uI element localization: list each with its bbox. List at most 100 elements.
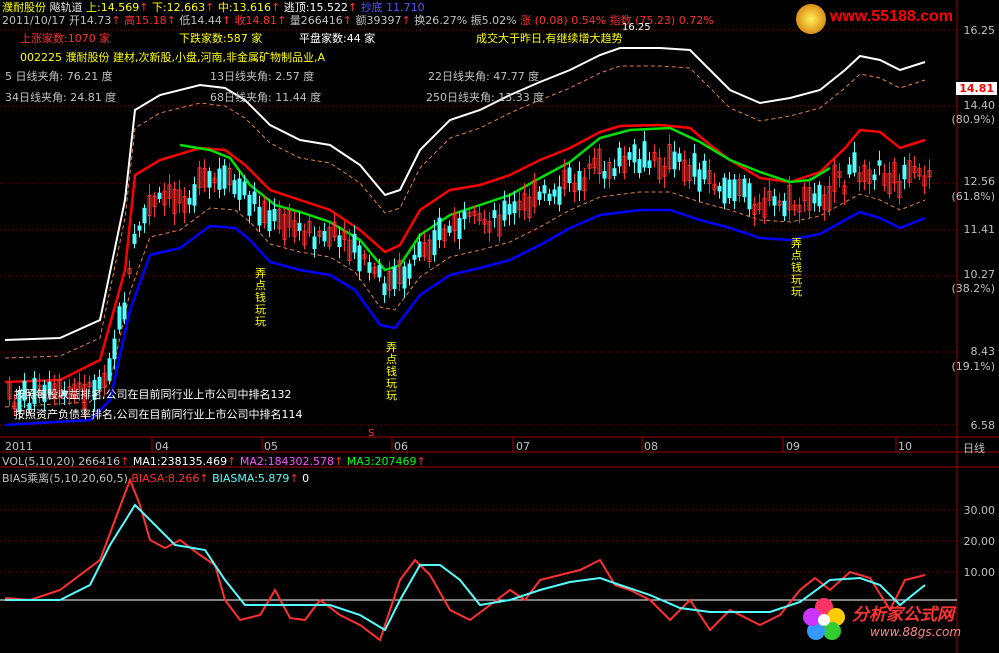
candle-body: [237, 178, 242, 200]
candle-body: [297, 222, 302, 232]
candle-body: [367, 262, 372, 273]
candle-body: [257, 206, 262, 226]
rank-debt: 按照资产负债率排名,公司在目前同行业上市公司中排名114: [14, 408, 303, 421]
annotation-2: 弄点钱玩玩: [386, 341, 397, 402]
period-selector[interactable]: 日线: [963, 440, 985, 456]
rank-eps: 按照每股收益排名,公司在目前同行业上市公司中排名132: [14, 388, 292, 401]
candle-body: [847, 164, 852, 175]
candle-body: [407, 263, 412, 279]
peak-label: 16.25: [622, 22, 651, 33]
candle-body: [492, 210, 497, 219]
candle-body: [727, 179, 732, 199]
bias-tick-10: 10.00: [963, 566, 996, 579]
annotation-1: 弄点钱玩玩: [255, 267, 266, 328]
candle-body: [252, 191, 257, 205]
price-tick-6-58: 6.58: [970, 419, 996, 432]
candle-body: [692, 153, 697, 177]
candle-body: [402, 266, 407, 289]
candle-body: [272, 209, 277, 222]
candle-body: [337, 235, 342, 248]
candle-body: [142, 207, 147, 224]
candle-body: [392, 266, 397, 290]
candle-body: [772, 196, 777, 206]
amplitude-value: 振5.02%: [470, 14, 517, 27]
pct-tick-19-1: (19.1%): [951, 360, 995, 373]
bias-info-bar: BIAS乘离(5,10,20,60,5) BIASA:8.266↑ BIASMA…: [2, 472, 310, 485]
candle-body: [207, 171, 212, 188]
annotation-3: 弄点钱玩玩: [791, 237, 802, 298]
candle-body: [877, 160, 882, 166]
bias-value: BIASA:8.266: [131, 472, 200, 485]
candle-body: [742, 178, 747, 198]
candle-body: [502, 200, 507, 221]
bias-tick-30: 30.00: [963, 504, 996, 517]
candle-body: [357, 245, 362, 272]
candle-body: [647, 160, 652, 168]
down-count: 下跌家数:587 家: [179, 32, 263, 45]
candle-body: [872, 174, 877, 181]
time-tick-07: 07: [516, 440, 530, 453]
angle-13: 13日线夹角: 2.57 度: [210, 70, 315, 83]
open-value: 开14.73: [68, 14, 112, 27]
price-tick-10-27: 10.27: [963, 268, 996, 281]
candle-body: [437, 217, 442, 241]
candle-body: [112, 338, 117, 360]
time-tick-2011: 2011: [5, 440, 33, 453]
close-value: 收14.81: [234, 14, 278, 27]
biasma-value: BIASMA:5.879: [212, 472, 290, 485]
price-tick-11-41: 11.41: [963, 223, 996, 236]
candle-body: [117, 306, 122, 330]
time-tick-06: 06: [394, 440, 408, 453]
candle-body: [557, 186, 562, 205]
candle-body: [627, 152, 632, 160]
vol-ma2: MA2:184302.578: [239, 455, 335, 468]
angle-5: 5 日线夹角: 76.21 度: [5, 70, 113, 83]
candle-body: [432, 230, 437, 256]
time-tick-10: 10: [898, 440, 912, 453]
candle-body: [812, 193, 817, 204]
pct-tick-61-8: (61.8%): [951, 190, 995, 203]
candle-body: [632, 144, 637, 163]
candle-body: [217, 168, 222, 190]
candle-body: [322, 231, 327, 242]
candle-body: [547, 193, 552, 202]
flat-count: 平盘家数:44 家: [299, 32, 376, 45]
bias-tick-20: 20.00: [963, 535, 996, 548]
candle-body: [782, 200, 787, 217]
candle-body: [267, 210, 272, 232]
volume-note: 成交大于昨日,有继续增大趋势: [476, 32, 623, 45]
candle-body: [242, 181, 247, 196]
angle-250: 250日线夹角: 13.33 度: [426, 91, 545, 104]
candle-body: [122, 302, 127, 320]
candle-body: [717, 186, 722, 192]
current-price-tag: 14.81: [956, 82, 997, 95]
date-label: 2011/10/17: [2, 14, 66, 27]
time-tick-04: 04: [155, 440, 169, 453]
price-tick-8-43: 8.43: [970, 345, 996, 358]
biasma-line: [5, 503, 926, 632]
candle-body: [732, 179, 737, 202]
candle-body: [187, 197, 192, 205]
vol-label: VOL(5,10,20): [2, 455, 75, 468]
candle-body: [192, 184, 197, 206]
candle-body: [602, 170, 607, 179]
candle-body: [617, 147, 622, 167]
angle-34: 34日线夹角: 24.81 度: [5, 91, 117, 104]
candle-body: [702, 160, 707, 180]
price-tick-16-25: 16.25: [963, 24, 996, 37]
bias-line: [4, 477, 926, 642]
candle-body: [642, 141, 647, 168]
candle-body: [157, 192, 162, 200]
angle-22: 22日线夹角: 47.77 度: [428, 70, 540, 83]
candle-body: [507, 204, 512, 215]
candle-body: [382, 283, 387, 296]
candle-body: [612, 168, 617, 177]
candle-body: [137, 225, 142, 231]
candle-body: [747, 183, 752, 210]
candle-body: [222, 165, 227, 189]
bottom-site: www.88gs.com: [870, 625, 962, 639]
amount-value: 额39397: [355, 14, 402, 27]
candle-body: [107, 358, 112, 381]
candle-body: [697, 169, 702, 192]
bias-zero: 0: [302, 472, 310, 485]
